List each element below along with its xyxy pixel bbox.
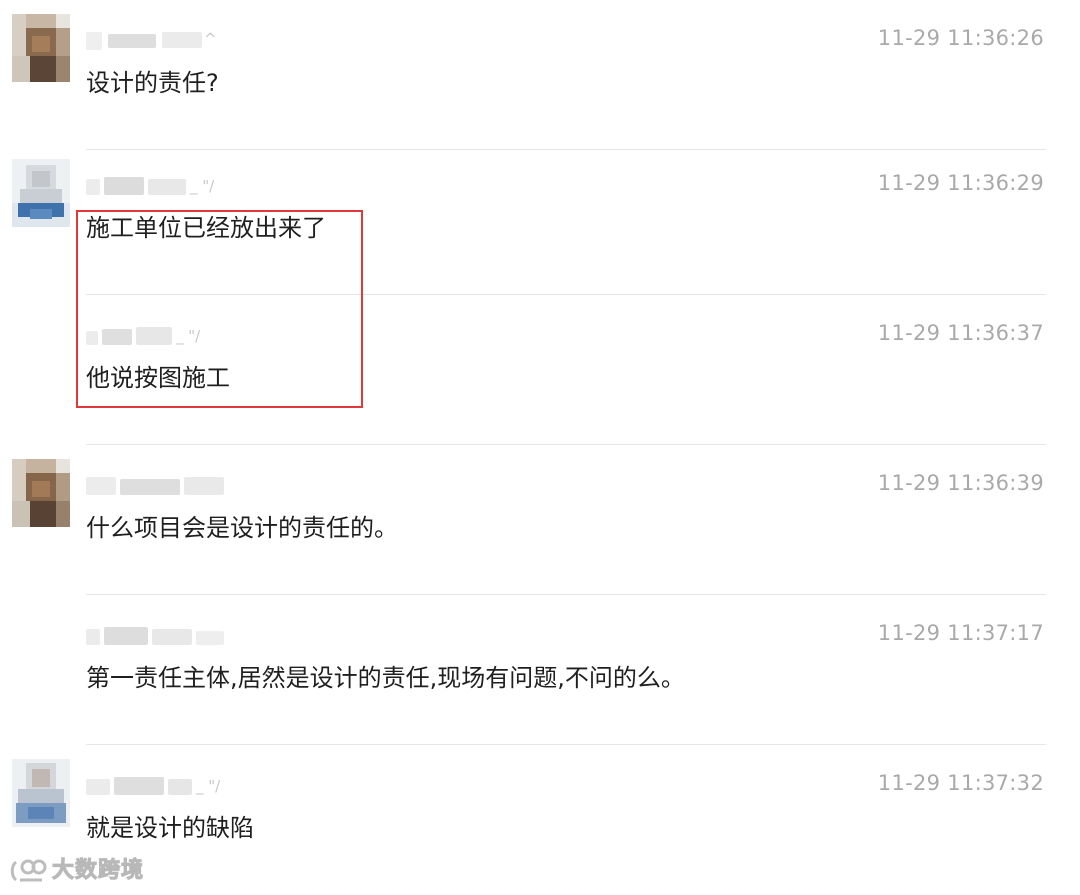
message-timestamp: 11-29 11:36:26 <box>877 26 1044 50</box>
avatar[interactable] <box>12 14 70 82</box>
message-timestamp: 11-29 11:36:29 <box>877 171 1044 195</box>
logo-mark-icon <box>10 859 47 882</box>
message-timestamp: 11-29 11:37:32 <box>877 771 1044 795</box>
sender-name-obscured: _ "/ <box>86 173 226 197</box>
message-timestamp: 11-29 11:36:37 <box>877 321 1044 345</box>
avatar[interactable] <box>12 459 70 527</box>
message-timestamp: 11-29 11:36:39 <box>877 471 1044 495</box>
message-timestamp: 11-29 11:37:17 <box>877 621 1044 645</box>
watermark-text: 大数跨境 <box>51 858 145 884</box>
sender-name-obscured <box>86 623 226 647</box>
chat-message: 11-29 11:37:17 第一责任主体,居然是设计的责任,现场有问题,不问的… <box>0 595 1080 745</box>
watermark: 大数跨境 <box>8 856 144 886</box>
sender-name-obscured <box>86 473 226 497</box>
avatar[interactable] <box>12 159 70 227</box>
chat-message: 11-29 11:36:39 什么项目会是设计的责任的。 <box>0 445 1080 595</box>
sender-name-obscured: ^ <box>86 28 226 52</box>
message-text: 什么项目会是设计的责任的。 <box>86 514 398 542</box>
highlight-annotation-box <box>76 210 363 408</box>
chat-message: _ "/ 11-29 11:37:32 就是设计的缺陷 <box>0 745 1080 895</box>
message-text: 就是设计的缺陷 <box>86 814 254 842</box>
chat-message: ^ 11-29 11:36:26 设计的责任? <box>0 0 1080 150</box>
avatar[interactable] <box>12 759 70 827</box>
sender-mark: _ "/ <box>190 177 215 195</box>
sender-mark: ^ <box>204 30 217 48</box>
message-text: 第一责任主体,居然是设计的责任,现场有问题,不问的么。 <box>86 664 685 692</box>
chat-message-list: ^ 11-29 11:36:26 设计的责任? _ "/ 11-29 11:36… <box>0 0 1080 892</box>
message-text: 设计的责任? <box>86 69 219 97</box>
sender-name-obscured: _ "/ <box>86 773 226 797</box>
sender-mark: _ "/ <box>196 777 221 795</box>
